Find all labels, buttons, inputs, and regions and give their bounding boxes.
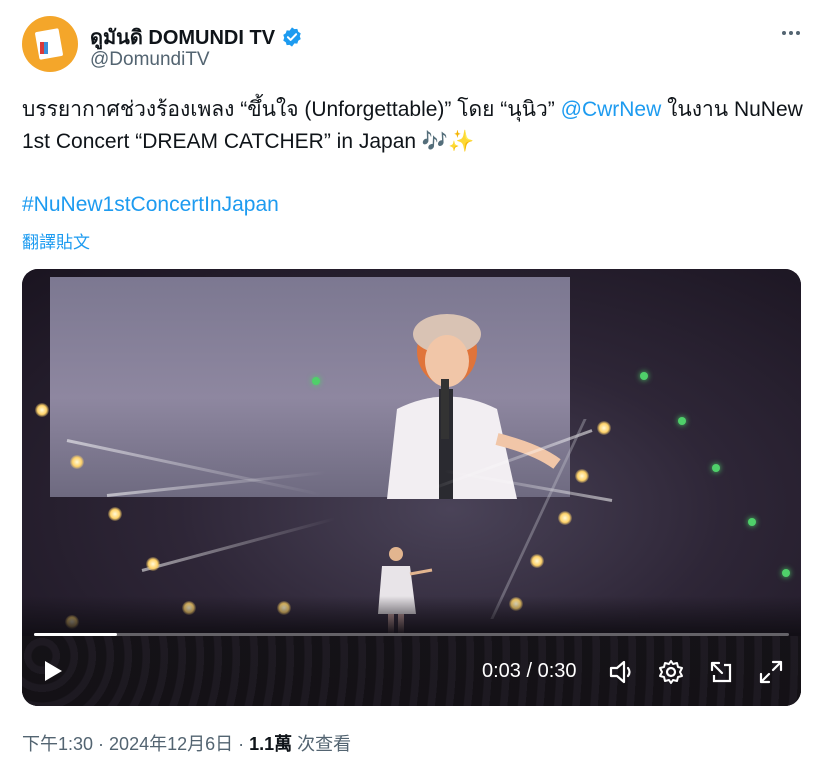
more-options-icon[interactable] <box>774 20 808 46</box>
tweet-meta: 下午1:30 · 2024年12月6日 · 1.1萬 次查看 <box>22 730 351 756</box>
tweet-text-part1: บรรยากาศช่วงร้องเพลง “ขึ้นใจ (Unforgetta… <box>22 98 561 121</box>
stage-light <box>108 507 122 521</box>
screen-performer-image <box>387 314 561 499</box>
view-count: 1.1萬 <box>249 734 293 754</box>
play-icon[interactable] <box>38 656 68 686</box>
tweet-header: ดูมันดิ DOMUNDI TV @DomundiTV <box>22 16 808 74</box>
stage-light <box>70 455 84 469</box>
green-light <box>712 464 720 472</box>
mention-link[interactable]: @CwrNew <box>561 98 662 121</box>
meta-separator: · <box>93 734 110 754</box>
video-controls: 0:03 / 0:30 <box>22 636 801 706</box>
tweet-time[interactable]: 下午1:30 <box>22 734 93 754</box>
green-light <box>312 377 320 385</box>
green-light <box>640 372 648 380</box>
stage-light <box>35 403 49 417</box>
meta-separator: · <box>233 734 250 754</box>
logo-stripe-blue <box>44 42 48 54</box>
verified-badge-icon <box>283 27 301 47</box>
stage-light <box>146 557 160 571</box>
settings-icon[interactable] <box>655 656 687 688</box>
avatar[interactable] <box>22 16 78 72</box>
green-light <box>748 518 756 526</box>
volume-icon[interactable] <box>606 656 638 688</box>
author-handle[interactable]: @DomundiTV <box>90 49 210 71</box>
translate-post-link[interactable]: 翻譯貼文 <box>22 228 90 253</box>
tweet-date[interactable]: 2024年12月6日 <box>109 734 233 754</box>
pip-icon[interactable] <box>705 656 737 688</box>
fullscreen-icon[interactable] <box>755 656 787 688</box>
video-time-display: 0:03 / 0:30 <box>482 660 577 682</box>
hashtag-link[interactable]: #NuNew1stConcertInJapan <box>22 193 279 217</box>
green-light <box>782 569 790 577</box>
view-label: 次查看 <box>292 734 352 754</box>
tweet-text: บรรยากาศช่วงร้องเพลง “ขึ้นใจ (Unforgetta… <box>22 94 812 158</box>
video-player[interactable]: 0:03 / 0:30 <box>22 269 801 706</box>
